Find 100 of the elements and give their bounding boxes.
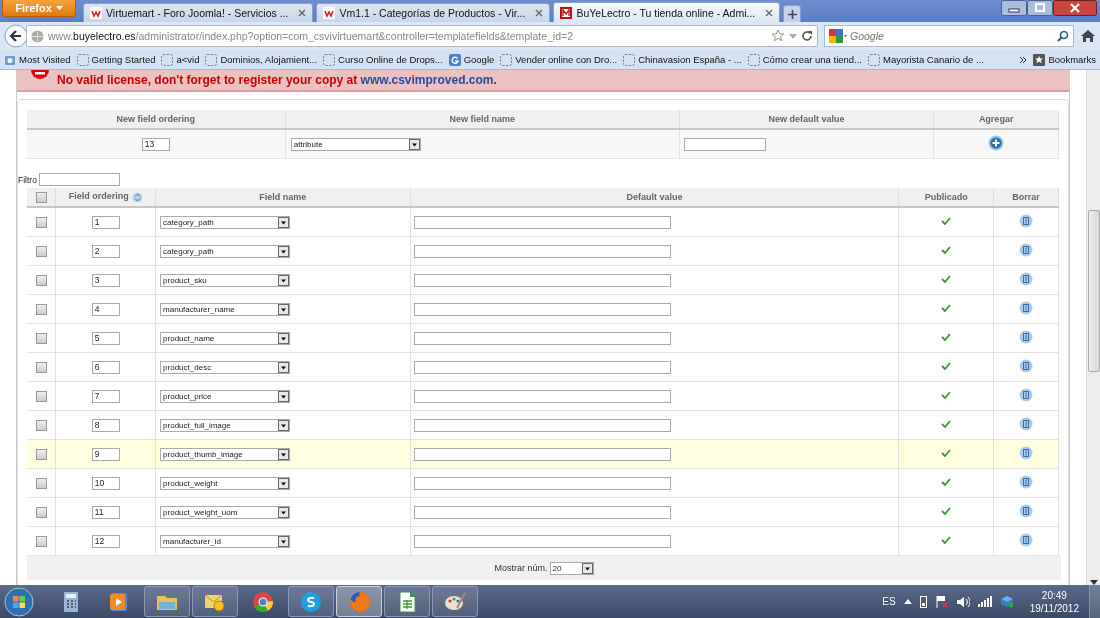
checkmark-icon[interactable]	[941, 449, 952, 457]
field-name-dropdown[interactable]: product_weight	[160, 476, 291, 490]
select-all-checkbox[interactable]	[35, 191, 47, 203]
trash-icon[interactable]	[1019, 504, 1034, 518]
address-bar[interactable]: www.buyelectro.es/administrator/index.php?option=com_csvivirtuemart&controller=templatefields&template_id=2	[26, 25, 818, 47]
field-name-dropdown[interactable]: manufacturer_id	[160, 534, 291, 548]
trash-icon[interactable]	[1019, 243, 1034, 257]
checkmark-icon[interactable]	[941, 536, 952, 544]
row-checkbox[interactable]	[35, 477, 47, 489]
row-checkbox[interactable]	[35, 506, 47, 518]
default-value-field[interactable]	[413, 389, 671, 403]
ordering-field[interactable]: 6	[91, 360, 120, 374]
sort-icon[interactable]	[131, 191, 143, 203]
row-checkbox[interactable]	[35, 216, 47, 228]
row-checkbox[interactable]	[35, 303, 47, 315]
taskbar-button[interactable]	[288, 586, 334, 617]
field-name-dropdown[interactable]: attribute	[290, 137, 421, 151]
bookmark-item[interactable]: Dominios, Alojamient...	[205, 53, 318, 66]
checkmark-icon[interactable]	[941, 420, 952, 428]
bookmark-item[interactable]: Vender online con Dro...	[500, 53, 618, 66]
bookmark-item[interactable]: Cómo crear una tiend...	[747, 53, 862, 66]
bookmark-item[interactable]: Google	[448, 53, 495, 66]
speaker-icon[interactable]	[955, 595, 970, 608]
flag-icon[interactable]	[934, 595, 948, 608]
new-tab-button[interactable]	[783, 5, 802, 22]
browser-tab[interactable]: Virtuemart - Foro Joomla! - Servicios ...	[83, 3, 314, 22]
checkmark-icon[interactable]	[941, 275, 952, 283]
search-field[interactable]: Google	[824, 25, 1074, 47]
field-name-dropdown[interactable]: product_thumb_image	[160, 447, 291, 461]
row-checkbox[interactable]	[35, 274, 47, 286]
browser-tab[interactable]: Vm1.1 - Categorías de Productos - Vir...	[316, 3, 551, 22]
checkmark-icon[interactable]	[941, 478, 952, 486]
checkmark-icon[interactable]	[941, 507, 952, 515]
checkmark-icon[interactable]	[941, 217, 952, 225]
ordering-field[interactable]: 12	[91, 534, 120, 548]
bookmarks-menu[interactable]: Bookmarks	[1033, 53, 1096, 66]
bookmark-item[interactable]: Most Visited	[4, 53, 71, 66]
start-button-icon[interactable]	[4, 586, 34, 617]
star-icon[interactable]	[771, 29, 785, 43]
checkmark-icon[interactable]	[941, 304, 952, 312]
checkmark-icon[interactable]	[941, 391, 952, 399]
ordering-field[interactable]: 2	[91, 244, 120, 258]
taskbar-button[interactable]	[336, 586, 382, 617]
ordering-field[interactable]: 8	[91, 418, 120, 432]
default-value-field[interactable]	[413, 215, 671, 229]
link[interactable]: www.csvimproved.com	[360, 73, 494, 87]
default-value-field[interactable]	[413, 360, 671, 374]
default-value-field[interactable]	[413, 447, 671, 461]
ordering-field[interactable]: 9	[91, 447, 120, 461]
checkmark-icon[interactable]	[941, 333, 952, 341]
ordering-field[interactable]: 3	[91, 273, 120, 287]
field-name-dropdown[interactable]: product_price	[160, 389, 291, 403]
trash-icon[interactable]	[1019, 272, 1034, 286]
row-checkbox[interactable]	[35, 332, 47, 344]
bookmark-item[interactable]: Curso Online de Drops...	[323, 53, 443, 66]
row-checkbox[interactable]	[35, 245, 47, 257]
field-name-dropdown[interactable]: product_desc	[160, 360, 291, 374]
row-checkbox[interactable]	[35, 448, 47, 460]
signal-icon[interactable]	[977, 596, 992, 607]
taskbar-button[interactable]	[144, 586, 190, 617]
field-name-dropdown[interactable]: product_sku	[160, 273, 291, 287]
trash-icon[interactable]	[1019, 446, 1034, 460]
filter-field[interactable]	[38, 173, 120, 186]
ordering-field[interactable]: 11	[91, 505, 120, 519]
clock-date[interactable]: 19/11/2012	[1029, 601, 1079, 615]
row-checkbox[interactable]	[35, 361, 47, 373]
taskbar-button[interactable]	[192, 586, 238, 617]
default-value-field[interactable]	[413, 302, 671, 316]
field-name-dropdown[interactable]: manufacturer_name	[160, 302, 291, 316]
taskbar-button[interactable]	[432, 586, 478, 617]
bookmark-item[interactable]: Getting Started	[76, 53, 156, 66]
ordering-field[interactable]: 4	[91, 302, 120, 316]
checkmark-icon[interactable]	[941, 246, 952, 254]
reload-icon[interactable]	[801, 30, 813, 42]
default-value-field[interactable]	[413, 534, 671, 548]
default-value-field[interactable]	[413, 273, 671, 287]
default-value-field[interactable]	[413, 505, 671, 519]
language-indicator[interactable]: ES	[882, 596, 896, 607]
field-name-dropdown[interactable]: category_path	[160, 215, 291, 229]
field-name-dropdown[interactable]: product_full_image	[160, 418, 291, 432]
trash-icon[interactable]	[1019, 475, 1034, 489]
trash-icon[interactable]	[1019, 533, 1034, 547]
input-field[interactable]	[683, 137, 766, 151]
trash-icon[interactable]	[1019, 417, 1034, 431]
browser-tab[interactable]: BuYeLectro - Tu tienda online - Admi...	[553, 2, 781, 22]
close-icon[interactable]	[1053, 0, 1097, 16]
dropdown-arrow-icon[interactable]	[789, 33, 797, 39]
default-value-field[interactable]	[413, 418, 671, 432]
bookmark-item[interactable]: a<vid	[161, 53, 200, 66]
trash-icon[interactable]	[1019, 301, 1034, 315]
field-name-dropdown[interactable]: product_weight_uom	[160, 505, 291, 519]
bookmark-item[interactable]: Mayorista Canario de ...	[868, 53, 984, 66]
search-icon[interactable]	[1057, 30, 1069, 42]
scrollbar-thumb[interactable]	[1087, 210, 1100, 372]
row-checkbox[interactable]	[35, 390, 47, 402]
page-size-dropdown[interactable]: 20	[549, 561, 594, 575]
row-checkbox[interactable]	[35, 535, 47, 547]
field-name-dropdown[interactable]: category_path	[160, 244, 291, 258]
ordering-field[interactable]: 5	[91, 331, 120, 345]
field-name-dropdown[interactable]: product_name	[160, 331, 291, 345]
